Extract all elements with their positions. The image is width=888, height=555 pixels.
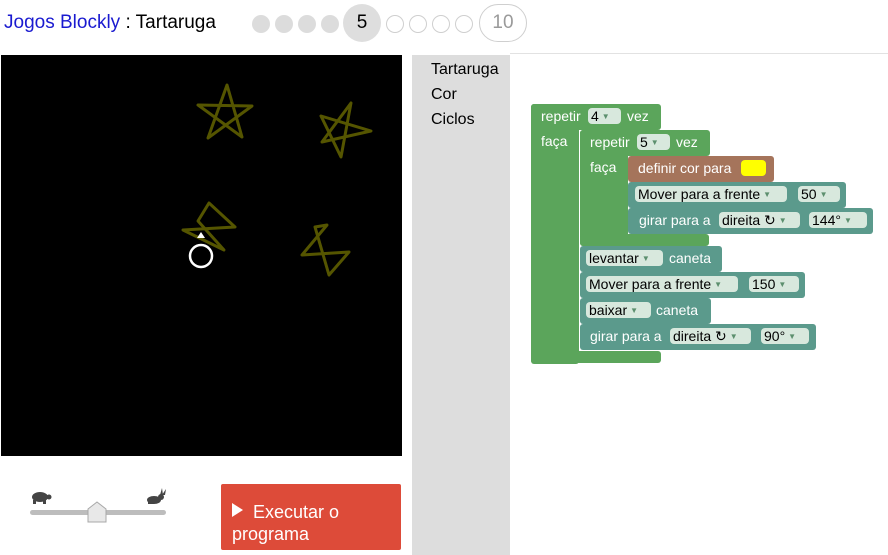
header: Jogos Blockly : Tartaruga 5 10 — [0, 0, 888, 48]
move-direction-field[interactable]: Mover para a frente ▼ — [635, 186, 787, 202]
pen-mode-value: baixar — [589, 302, 628, 318]
dropdown-arrow-icon: ▼ — [714, 280, 723, 289]
set-color-label: definir cor para — [638, 160, 732, 176]
repeat-4-block-bottom — [531, 351, 661, 363]
level-2-link[interactable] — [275, 15, 293, 33]
repeat-keyword: repetir — [541, 108, 581, 124]
pen-mode-value: levantar — [589, 250, 639, 266]
repeat-5-block-bottom — [580, 234, 709, 246]
slider-knob[interactable] — [87, 501, 107, 523]
angle-field[interactable]: 90° ▼ — [761, 328, 809, 344]
turn-label: girar para a — [639, 212, 711, 228]
toolbox-category-cor[interactable]: Cor — [431, 86, 457, 104]
repeat-count-value: 5 — [640, 134, 648, 150]
turn-direction-field[interactable]: direita ↻ ▼ — [670, 328, 751, 344]
turtle-canvas — [1, 55, 402, 456]
pen-mode-field[interactable]: baixar ▼ — [586, 302, 651, 318]
repeat-count-field[interactable]: 4 ▼ — [588, 108, 621, 124]
angle-field[interactable]: 144° ▼ — [809, 212, 867, 228]
toolbox-category-ciclos[interactable]: Ciclos — [431, 111, 475, 129]
run-program-button[interactable]: Executar o programa — [221, 484, 401, 550]
do-keyword: faça — [541, 133, 568, 149]
puzzle-title: Tartaruga — [135, 12, 216, 33]
app: Jogos Blockly : Tartaruga 5 10 Executar … — [0, 0, 888, 555]
color-swatch[interactable] — [741, 160, 766, 176]
turn-direction-value: direita ↻ — [673, 328, 727, 344]
dropdown-arrow-icon: ▼ — [778, 216, 787, 225]
dropdown-arrow-icon: ▼ — [650, 138, 659, 147]
toolbox-category-tartaruga[interactable]: Tartaruga — [431, 61, 499, 79]
dropdown-arrow-icon: ▼ — [641, 254, 650, 263]
level-8-link[interactable] — [432, 15, 450, 33]
dropdown-arrow-icon: ▼ — [763, 190, 772, 199]
distance-field[interactable]: 150 ▼ — [749, 276, 799, 292]
angle-value: 90° — [764, 328, 786, 344]
move-label: Mover para a frente — [589, 276, 712, 292]
turtle-icon — [32, 492, 52, 504]
repeat-suffix: vez — [627, 108, 649, 124]
star-shape — [181, 201, 237, 252]
angle-value: 144° — [812, 212, 841, 228]
turn-direction-value: direita ↻ — [722, 212, 776, 228]
repeat-keyword: repetir — [590, 134, 630, 150]
current-level-indicator: 5 — [343, 4, 381, 42]
dropdown-arrow-icon: ▼ — [819, 190, 828, 199]
games-home-link[interactable]: Jogos Blockly — [4, 12, 120, 33]
play-icon — [232, 502, 243, 517]
star-shape — [300, 223, 351, 277]
turtle-icon — [188, 243, 214, 269]
drawing — [181, 83, 373, 277]
rabbit-icon — [147, 488, 166, 504]
title-separator: : — [120, 12, 136, 33]
star-shape — [196, 83, 254, 140]
move-label: Mover para a frente — [638, 186, 761, 202]
header-divider — [510, 53, 888, 54]
level-6-link[interactable] — [386, 15, 404, 33]
dropdown-arrow-icon: ▼ — [778, 280, 787, 289]
level-4-link[interactable] — [321, 15, 339, 33]
speed-slider[interactable] — [25, 486, 175, 526]
level-3-link[interactable] — [298, 15, 316, 33]
move-direction-field[interactable]: Mover para a frente ▼ — [586, 276, 738, 292]
turtle-heading-icon — [197, 232, 205, 238]
repeat-count-field[interactable]: 5 ▼ — [637, 134, 670, 150]
distance-value: 50 — [801, 186, 817, 202]
turn-direction-field[interactable]: direita ↻ ▼ — [719, 212, 800, 228]
level-1-link[interactable] — [252, 15, 270, 33]
turn-label: girar para a — [590, 328, 662, 344]
dropdown-arrow-icon: ▼ — [843, 216, 852, 225]
level-9-link[interactable] — [455, 15, 473, 33]
star-shape — [319, 101, 373, 159]
pen-label: caneta — [669, 250, 712, 266]
dropdown-arrow-icon: ▼ — [601, 112, 610, 121]
distance-field[interactable]: 50 ▼ — [798, 186, 840, 202]
level-10-link[interactable]: 10 — [479, 4, 527, 42]
do-keyword: faça — [590, 159, 617, 175]
level-7-link[interactable] — [409, 15, 427, 33]
run-button-label: Executar o programa — [232, 501, 340, 544]
toolbox: Tartaruga Cor Ciclos — [412, 55, 510, 555]
distance-value: 150 — [752, 276, 776, 292]
blockly-workspace[interactable]: repetir 4 ▼ vez faça repetir 5 ▼ vez faça … — [510, 55, 888, 555]
dropdown-arrow-icon: ▼ — [630, 306, 639, 315]
repeat-count-value: 4 — [591, 108, 599, 124]
pen-mode-field[interactable]: levantar ▼ — [586, 250, 663, 266]
dropdown-arrow-icon: ▼ — [788, 332, 797, 341]
pen-label: caneta — [656, 302, 699, 318]
repeat-suffix: vez — [676, 134, 698, 150]
page-title: Jogos Blockly : Tartaruga — [4, 12, 216, 34]
dropdown-arrow-icon: ▼ — [729, 332, 738, 341]
